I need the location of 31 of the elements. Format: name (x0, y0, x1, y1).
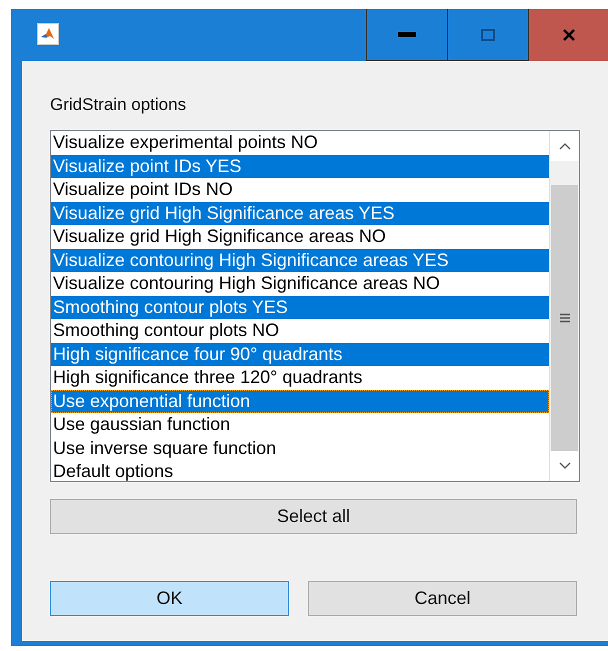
list-item[interactable]: Visualize grid High Significance areas NO (51, 225, 549, 248)
list-item[interactable]: Visualize grid High Significance areas YES (51, 202, 549, 225)
list-item[interactable]: Default options (51, 460, 549, 481)
scrollbar[interactable] (549, 131, 579, 481)
list-item[interactable]: High significance four 90° quadrants (51, 342, 549, 366)
maximize-icon (481, 28, 495, 40)
list-item[interactable]: Visualize experimental points NO (51, 131, 549, 154)
list-item[interactable]: Smoothing contour plots YES (51, 296, 549, 319)
maximize-button[interactable] (447, 9, 528, 61)
minimize-icon (398, 32, 416, 38)
dialog-label: GridStrain options (50, 94, 188, 116)
list-item[interactable]: Visualize contouring High Significance areas YES (51, 248, 549, 272)
list-item[interactable]: Use gaussian function (51, 413, 549, 436)
list-item[interactable]: Visualize contouring High Significance areas NO (51, 272, 549, 296)
list-item[interactable]: Smoothing contour plots NO (51, 319, 549, 342)
list-item[interactable]: Visualize point IDs YES (51, 154, 549, 178)
select-all-button[interactable]: Select all (50, 499, 577, 534)
dialog-button[interactable]: Cancel (308, 581, 578, 616)
close-icon (562, 28, 576, 42)
dialog-button[interactable]: OK (50, 581, 289, 616)
close-button[interactable] (528, 9, 608, 61)
list-item[interactable]: Use inverse square function (51, 436, 549, 460)
list-item[interactable]: Visualize point IDs NO (51, 178, 549, 202)
app-icon (37, 23, 59, 45)
scroll-up-icon[interactable] (550, 131, 579, 161)
scroll-thumb[interactable] (551, 185, 578, 451)
scroll-down-icon[interactable] (550, 451, 579, 481)
list-item[interactable]: High significance three 120° quadrants (51, 366, 549, 390)
list-item[interactable]: Use exponential function (51, 390, 549, 413)
minimize-button[interactable] (366, 9, 447, 61)
options-listbox[interactable] (50, 130, 580, 482)
